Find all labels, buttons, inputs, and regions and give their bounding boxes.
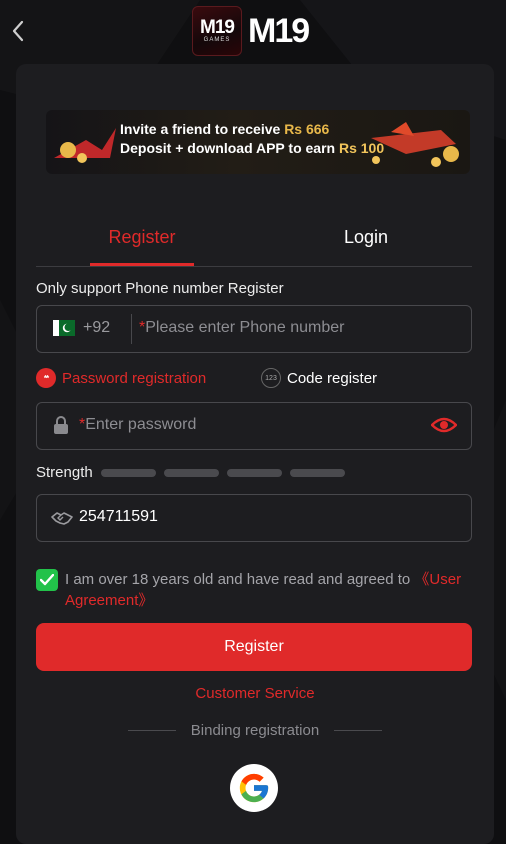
password-input[interactable]: *Enter password xyxy=(79,416,196,434)
google-login-button[interactable] xyxy=(230,764,278,812)
tab-login[interactable]: Login xyxy=(316,220,416,264)
logo-badge-text: M19 xyxy=(200,17,235,38)
password-mode-icon: ** xyxy=(36,368,56,388)
user-agreement: I am over 18 years old and have read and… xyxy=(36,569,476,611)
password-strength: Strength xyxy=(36,464,345,481)
google-icon xyxy=(239,773,269,803)
field-divider xyxy=(131,314,132,344)
lock-icon xyxy=(54,416,68,434)
eye-icon[interactable] xyxy=(431,416,457,434)
tab-register[interactable]: Register xyxy=(90,220,194,266)
country-code[interactable]: +92 xyxy=(83,319,110,337)
m19-games-badge: M19 GAMES xyxy=(192,6,242,56)
strength-bar xyxy=(100,468,156,477)
logo-badge-sub: GAMES xyxy=(203,37,231,43)
binding-registration-label: Binding registration xyxy=(190,722,320,739)
divider-line-right xyxy=(334,730,382,731)
auth-tabs: Register Login xyxy=(36,220,472,267)
strength-bar xyxy=(163,468,219,477)
register-card: Invite a friend to receive Rs 666 Deposi… xyxy=(16,64,494,844)
pakistan-flag-icon[interactable] xyxy=(53,320,75,336)
code-mode-icon: 123 xyxy=(261,368,281,388)
top-bar: M19 GAMES M19 xyxy=(0,0,506,62)
agreement-checkbox[interactable] xyxy=(36,569,58,591)
customer-service-link[interactable]: Customer Service xyxy=(16,685,494,702)
m19-logo: M19 GAMES M19 xyxy=(192,6,310,56)
logo-wordmark: M19 xyxy=(248,12,310,50)
back-arrow-icon[interactable] xyxy=(8,18,30,44)
banner-line2: Deposit + download APP to earn xyxy=(120,140,336,156)
banner-text: Invite a friend to receive Rs 666 Deposi… xyxy=(120,120,384,158)
banner-amount-2: Rs 100 xyxy=(338,140,385,156)
phone-field[interactable]: +92 *Please enter Phone number xyxy=(36,305,472,353)
password-field[interactable]: *Enter password xyxy=(36,402,472,450)
phone-only-note: Only support Phone number Register xyxy=(36,280,284,297)
referral-code-input[interactable]: 254711591 xyxy=(79,508,158,526)
phone-input[interactable]: *Please enter Phone number xyxy=(139,319,344,337)
strength-bar xyxy=(226,468,282,477)
register-button[interactable]: Register xyxy=(36,623,472,671)
referral-code-field[interactable]: 254711591 xyxy=(36,494,472,542)
promo-banner[interactable]: Invite a friend to receive Rs 666 Deposi… xyxy=(46,110,470,174)
code-register-option[interactable]: 123 Code register xyxy=(261,368,377,388)
banner-amount-1: Rs 666 xyxy=(284,121,330,137)
agreement-text: I am over 18 years old and have read and… xyxy=(65,571,462,609)
banner-line1: Invite a friend to receive xyxy=(120,121,281,137)
strength-label: Strength xyxy=(36,464,93,481)
password-mode-label: Password registration xyxy=(62,369,207,387)
password-registration-option[interactable]: ** Password registration xyxy=(36,368,206,388)
checkmark-icon xyxy=(40,574,54,586)
strength-bar xyxy=(289,468,345,477)
handshake-icon xyxy=(51,512,73,525)
code-mode-label: Code register xyxy=(287,369,378,387)
